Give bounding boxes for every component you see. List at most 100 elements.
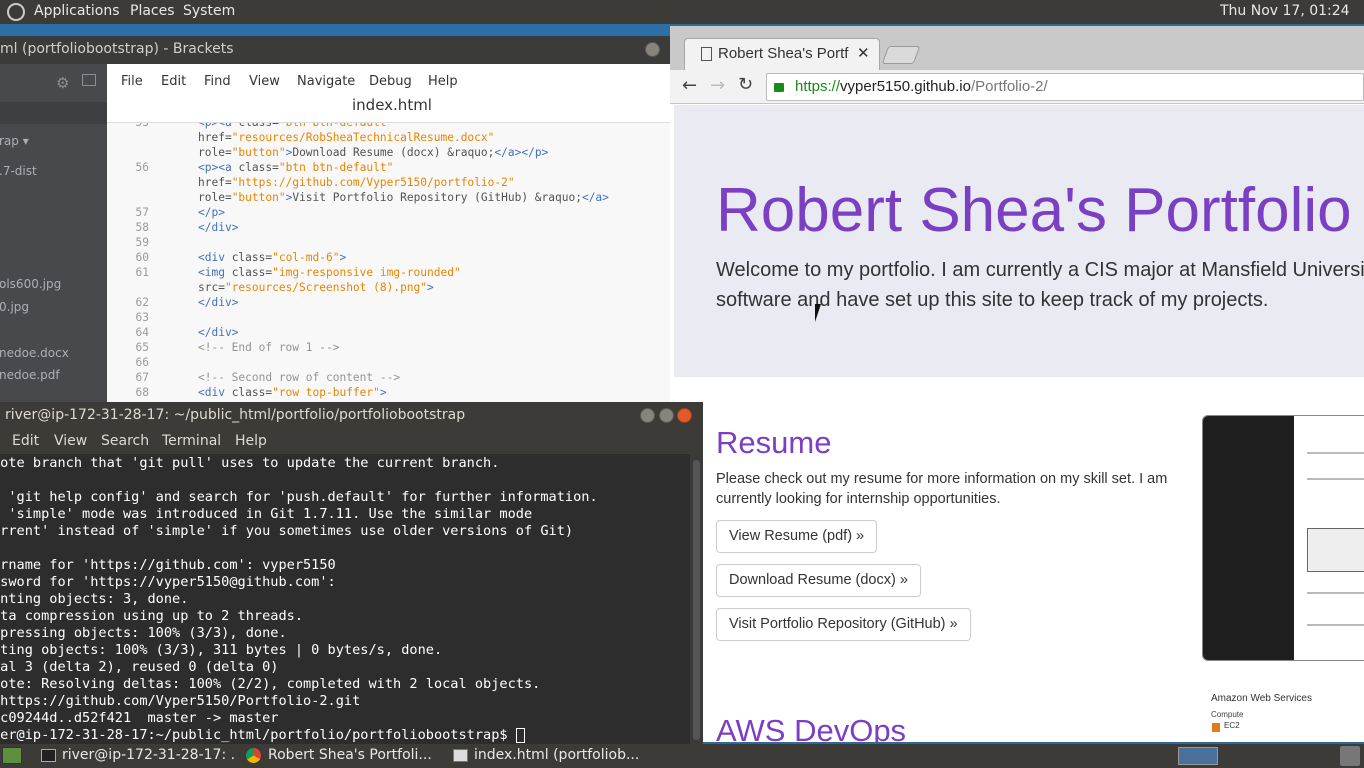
chrome-icon (246, 748, 261, 763)
code-line[interactable]: 67 <!-- Second row of content --> (107, 371, 401, 386)
brackets-menubar: File Edit Find View Navigate Debug Help (107, 64, 670, 98)
line-number: 55 (135, 122, 149, 129)
split-view-icon[interactable] (82, 74, 96, 86)
browser-tab[interactable]: Robert Shea's Portf ✕ (684, 38, 880, 70)
ec2-icon (1212, 723, 1220, 732)
back-arrow-icon[interactable]: ← (682, 75, 697, 96)
repo-button[interactable]: Visit Portfolio Repository (GitHub) » (716, 608, 971, 641)
jumbotron: Robert Shea's Portfolio Welcome to my po… (674, 105, 1364, 377)
code-text: <p><a class="btn btn-default" (198, 122, 394, 129)
show-desktop-icon[interactable] (2, 747, 22, 764)
minimize-button[interactable] (640, 408, 655, 423)
code-line[interactable]: 60 <div class="col-md-6"> (107, 251, 347, 266)
page-heading: Robert Shea's Portfolio (716, 176, 1352, 245)
menu-find[interactable]: Find (204, 74, 231, 89)
aws-heading: AWS DevOps (716, 713, 907, 742)
menu-view[interactable]: View (249, 74, 280, 89)
code-line[interactable]: 63 (107, 311, 149, 326)
menu-view[interactable]: View (54, 433, 87, 449)
code-line[interactable]: 59 (107, 236, 149, 251)
view-resume-button[interactable]: View Resume (pdf) » (716, 520, 878, 553)
code-line[interactable]: 66 (107, 356, 149, 371)
settings-gear-icon[interactable]: ⚙ (56, 74, 69, 92)
places-menu[interactable]: Places (130, 3, 175, 19)
menu-file[interactable]: File (121, 74, 143, 89)
browser-window: Robert Shea's Portf ✕ ← → ↻ https://vype… (670, 26, 1364, 742)
code-line[interactable]: 68 <div class="row top-buffer"> (107, 386, 387, 401)
menu-debug[interactable]: Debug (369, 74, 412, 89)
code-line[interactable]: src="resources/Screenshot (8).png"> (107, 281, 434, 296)
project-dropdown[interactable]: rap ▾ (0, 134, 29, 148)
terminal-menubar: Edit View Search Terminal Help (0, 428, 703, 454)
applications-menu[interactable]: Applications (34, 3, 120, 19)
maximize-button[interactable] (659, 408, 674, 423)
code-line[interactable]: 58 </div> (107, 221, 239, 236)
menu-search[interactable]: Search (101, 433, 149, 449)
code-line[interactable]: role="button">Visit Portfolio Repository… (107, 191, 609, 206)
menu-navigate[interactable]: Navigate (297, 74, 355, 89)
system-menu[interactable]: System (183, 3, 235, 19)
forward-arrow-icon[interactable]: → (710, 75, 725, 96)
ubuntu-logo-icon[interactable] (7, 3, 25, 21)
terminal-scrollbar[interactable] (690, 454, 703, 744)
terminal-output[interactable]: mote branch that 'git pull' uses to upda… (0, 454, 690, 744)
minimize-button[interactable] (645, 42, 660, 57)
code-line[interactable]: href="resources/RobSheaTechnicalResume.d… (107, 131, 494, 146)
line-number: 63 (135, 311, 149, 324)
brackets-window: ml (portfoliobootstrap) - Brackets ⚙ rap… (0, 36, 670, 406)
clock[interactable]: Thu Nov 17, 01:24 (1220, 3, 1350, 19)
code-line[interactable]: href="https://github.com/Vyper5150/portf… (107, 176, 515, 191)
brackets-titlebar[interactable]: ml (portfoliobootstrap) - Brackets (0, 36, 670, 64)
trash-icon[interactable] (1340, 746, 1360, 766)
terminal-line: ver@ip-172-31-28-17:~/public_html/portfo… (0, 727, 525, 744)
terminal-titlebar[interactable]: river@ip-172-31-28-17: ~/public_html/por… (0, 402, 703, 428)
download-resume-button[interactable]: Download Resume (docx) » (716, 564, 921, 597)
new-tab-button[interactable] (881, 46, 921, 64)
file-item[interactable]: 0.jpg (0, 300, 29, 314)
aws-shot-ec2: EC2 (1224, 721, 1240, 730)
menu-edit[interactable]: Edit (12, 433, 39, 449)
code-line[interactable]: 57 </p> (107, 206, 225, 221)
code-line[interactable]: 56 <p><a class="btn btn-default" (107, 161, 394, 176)
terminal-window: river@ip-172-31-28-17: ~/public_html/por… (0, 402, 703, 744)
code-line[interactable]: role="button">Download Resume (docx) &ra… (107, 146, 548, 161)
url-path: /Portfolio-2/ (970, 78, 1048, 95)
terminal-line: mpressing objects: 100% (3/3), done. (0, 625, 287, 641)
menu-edit[interactable]: Edit (161, 74, 186, 89)
taskbar-item-terminal[interactable]: river@ip-172-31-28-17: ... (36, 746, 236, 767)
aws-shot-compute: Compute (1211, 710, 1244, 719)
file-item[interactable]: ols600.jpg (0, 277, 61, 291)
close-button[interactable] (677, 408, 692, 423)
code-line[interactable]: 55 <p><a class="btn btn-default" (107, 122, 394, 131)
code-line[interactable]: 62 </div> (107, 296, 239, 311)
code-line[interactable]: 61 <img class="img-responsive img-rounded… (107, 266, 461, 281)
tab-close-icon[interactable]: ✕ (857, 44, 870, 62)
line-number: 64 (135, 326, 149, 339)
resume-screenshot-image (1202, 415, 1364, 661)
terminal-line: iting objects: 100% (3/3), 311 bytes | 0… (0, 642, 443, 658)
file-item[interactable]: .7-dist (0, 164, 37, 178)
aws-shot-title: Amazon Web Services (1211, 693, 1312, 704)
address-bar[interactable]: https://vyper5150.github.io/Portfolio-2/ (766, 73, 1364, 101)
terminal-line: mote: Resolving deltas: 100% (2/2), comp… (0, 676, 541, 692)
file-item[interactable]: nedoe.docx (0, 346, 69, 360)
code-text: src="resources/Screenshot (8).png"> (198, 281, 434, 294)
intro-text: Welcome to my portfolio. I am currently … (716, 259, 1364, 311)
tab-strip: Robert Shea's Portf ✕ (670, 26, 1364, 70)
menu-terminal[interactable]: Terminal (162, 433, 221, 449)
workspace-switcher[interactable] (1178, 747, 1218, 765)
reload-icon[interactable]: ↻ (738, 74, 753, 95)
aws-screenshot-image: Amazon Web Services Compute EC2 (1202, 693, 1364, 742)
terminal-line: c09244d..d52f421 master -> master (0, 710, 279, 726)
taskbar-item-brackets[interactable]: index.html (portfoliob... (448, 746, 648, 767)
line-number: 67 (135, 371, 149, 384)
code-line[interactable]: 65 <!-- End of row 1 --> (107, 341, 340, 356)
code-line[interactable]: 64 </div> (107, 326, 239, 341)
code-text: </div> (198, 221, 239, 234)
taskbar-item-browser[interactable]: Robert Shea's Portfoli... (242, 746, 442, 767)
menu-help[interactable]: Help (428, 74, 458, 89)
menu-help[interactable]: Help (235, 433, 267, 449)
code-editor[interactable]: 55 <p><a class="btn btn-default" href="res… (107, 122, 670, 406)
file-item[interactable]: nedoe.pdf (0, 368, 60, 382)
line-number: 59 (135, 236, 149, 249)
